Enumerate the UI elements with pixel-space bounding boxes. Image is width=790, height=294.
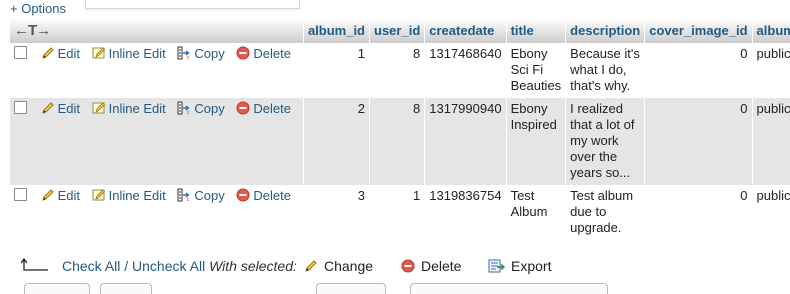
partial-control [316,283,386,294]
svg-text:c: c [187,197,190,202]
cell-album-id: 3 [303,185,371,240]
svg-text:c: c [187,55,190,60]
with-selected-label: With selected: [209,258,297,274]
delete-icon [236,46,250,60]
cell-createdate: 1317990940 [424,98,507,185]
inline-edit-icon [92,102,105,114]
inline-edit-button[interactable]: Inline Edit [92,101,166,117]
header-row: ←T→ album_id user_id createdate title de… [10,18,790,43]
copy-icon: c [177,46,190,60]
change-button[interactable]: Change [304,258,373,274]
cell-createdate: 1319836754 [424,185,507,240]
delete-button[interactable]: Delete [236,46,291,62]
bulk-actions-bar: Check All / Uncheck All With selected: C… [0,250,790,284]
inline-edit-icon [92,47,105,59]
edit-button[interactable]: Edit [41,101,80,117]
cell-album-id: 2 [303,98,371,185]
cell-user-id: 1 [369,185,426,240]
cell-album-id: 1 [303,43,371,98]
table-row: Edit Inline Edit c Copy Delete 2 8 131799… [10,98,790,185]
edit-button[interactable]: Edit [41,188,80,204]
copy-button[interactable]: c Copy [177,188,225,204]
row-checkbox[interactable] [14,46,27,59]
cell-cover-image-id: 0 [644,98,753,185]
cell-description: I realized that a lot of my work over the ye… [565,98,646,185]
export-icon [488,259,505,273]
column-header-cover-image-id[interactable]: cover_image_id [644,18,753,43]
cell-description: Test album due to upgrade. [565,185,646,240]
partial-control [410,283,608,294]
row-actions: Edit Inline Edit c Copy Delete [10,43,304,98]
cell-title: Ebony Inspired [506,98,567,185]
column-header-createdate[interactable]: createdate [424,18,507,43]
inline-edit-button[interactable]: Inline Edit [92,188,166,204]
cell-title: Ebony Sci Fi Beauties [506,43,567,98]
check-separator: / [124,258,129,274]
column-arrows-header[interactable]: ←T→ [10,18,304,43]
uncheck-all-link[interactable]: Uncheck All [132,258,205,274]
export-button[interactable]: Export [488,258,551,274]
options-link[interactable]: + Options [10,1,66,16]
column-header-user-id[interactable]: user_id [369,18,426,43]
column-header-album-type[interactable]: album_ [752,18,790,43]
delete-icon [236,188,250,202]
svg-text:c: c [187,110,190,115]
inline-edit-button[interactable]: Inline Edit [92,46,166,62]
row-actions: Edit Inline Edit c Copy Delete [10,185,304,240]
inline-edit-icon [92,189,105,201]
delete-button[interactable]: Delete [236,101,291,117]
partial-control [24,283,90,294]
row-checkbox[interactable] [14,101,27,114]
cell-description: Because it's what I do, that's why. [565,43,646,98]
cell-user-id: 8 [369,43,426,98]
pencil-icon [41,102,54,114]
copy-icon: c [177,188,190,202]
cell-album-type: public [752,98,790,185]
column-header-album-id[interactable]: album_id [303,18,371,43]
pencil-icon [41,189,54,201]
results-table: ←T→ album_id user_id createdate title de… [10,18,790,240]
table-row: Edit Inline Edit c Copy Delete 3 1 131983… [10,185,790,240]
select-arrow-icon [20,258,48,271]
column-header-description[interactable]: description [565,18,646,43]
check-all-link[interactable]: Check All [62,258,120,274]
cell-album-type: public [752,43,790,98]
pencil-icon [305,260,317,272]
copy-button[interactable]: c Copy [177,101,225,117]
table-row: Edit Inline Edit c Copy Delete 1 8 131746… [10,43,790,98]
pencil-icon [41,47,54,59]
dropdown-overlay [85,0,300,9]
cell-cover-image-id: 0 [644,185,753,240]
column-header-title[interactable]: title [506,18,567,43]
cell-createdate: 1317468640 [424,43,507,98]
cell-title: Test Album [506,185,567,240]
row-actions: Edit Inline Edit c Copy Delete [10,98,304,185]
edit-button[interactable]: Edit [41,46,80,62]
cell-user-id: 8 [369,98,426,185]
delete-button[interactable]: Delete [236,188,291,204]
delete-icon [401,259,415,273]
partial-control [100,283,152,294]
cell-album-type: public [752,185,790,240]
copy-button[interactable]: c Copy [177,46,225,62]
row-checkbox[interactable] [14,188,27,201]
bulk-delete-button[interactable]: Delete [401,258,461,274]
cell-cover-image-id: 0 [644,43,753,98]
delete-icon [236,101,250,115]
copy-icon: c [177,101,190,115]
